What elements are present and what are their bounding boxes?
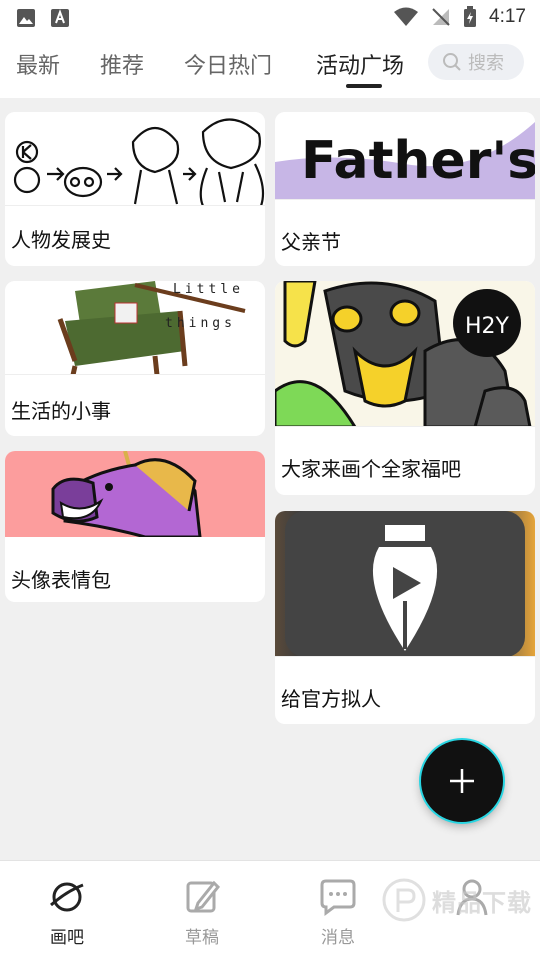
card-title: 给官方拟人 — [281, 687, 381, 711]
watermark-logo-icon — [382, 878, 426, 922]
tab-activity-square[interactable]: 活动广场 — [316, 48, 404, 80]
activity-card[interactable]: 给官方拟人 — [275, 511, 535, 724]
fathers-day-banner: Father's — [275, 122, 535, 199]
no-signal-icon — [432, 8, 450, 26]
card-title: 父亲节 — [281, 230, 341, 254]
card-title: 大家来画个全家福吧 — [281, 457, 461, 481]
pen-nib-logo-icon — [285, 511, 525, 656]
edit-icon — [186, 880, 221, 913]
card-thumbnail: Little things — [5, 281, 265, 375]
watermark-text: 精品下载 — [432, 888, 532, 917]
tab-latest[interactable]: 最新 — [16, 48, 60, 80]
status-bar: 4:17 — [0, 0, 540, 36]
plus-icon — [450, 769, 474, 793]
bottom-nav-huaba[interactable]: 画吧 — [27, 877, 107, 948]
create-fab-button[interactable] — [421, 740, 503, 822]
purple-horse-avatar — [51, 451, 202, 537]
card-title: 头像表情包 — [11, 568, 111, 592]
bottom-nav-label: 草稿 — [185, 928, 219, 948]
bottom-nav-drafts[interactable]: 草稿 — [162, 877, 242, 948]
card-thumbnail — [5, 112, 265, 206]
wifi-icon — [394, 7, 419, 26]
image-icon — [17, 9, 35, 27]
family-portrait-drawing: H2Y — [275, 281, 535, 426]
battery-charging-icon — [464, 6, 477, 27]
bottom-nav-messages[interactable]: 消息 — [298, 877, 378, 948]
tab-recommended[interactable]: 推荐 — [100, 48, 144, 80]
activity-card[interactable]: 人物发展史 — [5, 112, 265, 266]
search-icon — [443, 53, 461, 71]
activity-card[interactable]: Little things 生活的小事 — [5, 281, 265, 436]
card-thumbnail: Father's — [275, 112, 535, 200]
character-evolution-sketch — [13, 118, 265, 205]
search-placeholder: 搜索 — [468, 53, 504, 74]
card-title: 人物发展史 — [11, 228, 111, 252]
armchair-illustration: Little things — [57, 281, 246, 374]
card-thumbnail — [275, 511, 535, 657]
top-tab-bar: 最新 推荐 今日热门 活动广场 搜索 — [0, 36, 540, 98]
tab-today-hot[interactable]: 今日热门 — [184, 48, 272, 80]
thumb-text-things: things — [165, 316, 236, 331]
activity-card[interactable]: Father's 父亲节 — [275, 112, 535, 266]
bottom-nav-label: 消息 — [321, 928, 355, 948]
thumb-text-h2y: H2Y — [465, 314, 510, 339]
thumb-text-little: Little — [173, 282, 244, 297]
card-thumbnail: H2Y — [275, 281, 535, 427]
card-thumbnail — [5, 451, 265, 537]
bottom-nav-label: 画吧 — [50, 928, 84, 948]
activity-card[interactable]: 头像表情包 — [5, 451, 265, 602]
message-icon — [320, 879, 356, 916]
activity-card[interactable]: H2Y 大家来画个全家福吧 — [275, 281, 535, 495]
font-app-icon — [51, 9, 69, 27]
search-input[interactable]: 搜索 — [428, 44, 524, 80]
active-tab-indicator — [346, 84, 382, 88]
planet-icon — [50, 882, 84, 912]
card-title: 生活的小事 — [11, 399, 111, 423]
watermark: 精品下载 — [382, 878, 532, 922]
banner-text: Father's — [301, 131, 535, 191]
clock: 4:17 — [489, 6, 526, 27]
